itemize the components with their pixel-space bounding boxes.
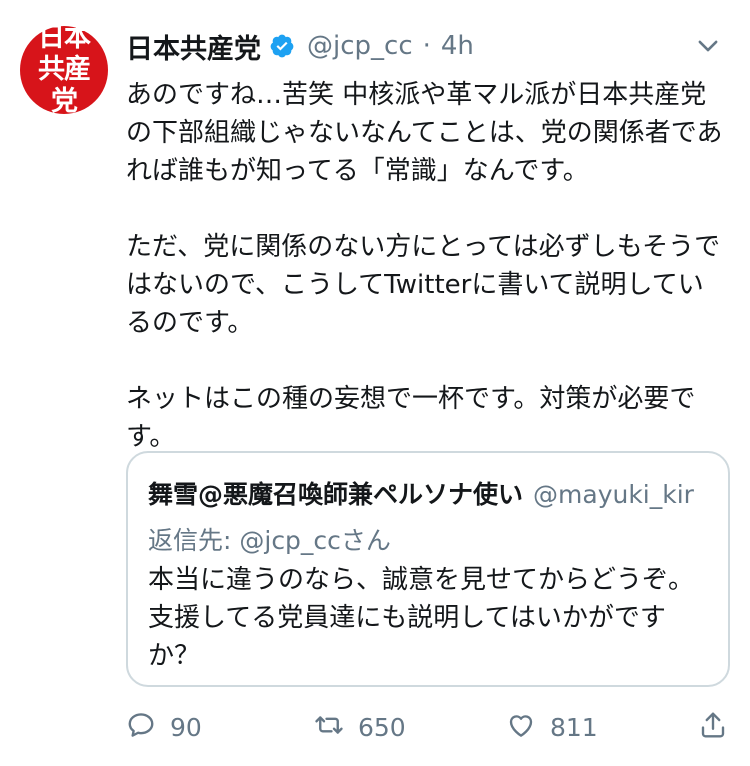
avatar-logo-text: 日本共産党 [38,22,91,117]
avatar[interactable]: 日本共産党 [20,22,108,117]
separator-dot: · [422,31,431,61]
timestamp[interactable]: 4h [441,31,474,61]
tweet-header: 日本共産党 @jcp_cc · 4h [126,26,730,66]
quoted-reply-to: 返信先: @jcp_ccさん [148,526,391,555]
quoted-tweet[interactable]: 舞雪@悪魔召喚師兼ペルソナ使い @mayuki_kir 返信先: @jcp_ccさ… [126,451,730,687]
quoted-header: 舞雪@悪魔召喚師兼ペルソナ使い @mayuki_kir [148,475,694,511]
like-button[interactable]: 811 [506,705,598,749]
chevron-down-icon[interactable] [694,32,722,60]
display-name[interactable]: 日本共産党 [126,27,261,66]
reply-count: 90 [170,712,202,742]
reply-icon [126,710,156,744]
quoted-handle: @mayuki_kir [533,480,694,509]
quoted-display-name: 舞雪@悪魔召喚師兼ペルソナ使い [148,480,524,509]
verified-badge-icon [269,33,295,59]
quoted-text: 本当に違うのなら、誠意を見せてからどうぞ。支援してる党員達にも説明してはいかがで… [148,565,695,671]
retweet-button[interactable]: 650 [314,705,406,749]
share-button[interactable] [698,705,728,749]
retweet-count: 650 [358,712,406,742]
action-bar: 90 650 811 [126,705,730,749]
like-count: 811 [550,712,598,742]
retweet-icon [314,710,344,744]
handle[interactable]: @jcp_cc [307,31,413,61]
tweet-text: あのですね…苦笑 中核派や革マル派が日本共産党の下部組織じゃないなんてことは、党… [126,80,723,452]
like-icon [506,710,536,744]
share-icon [698,710,728,744]
reply-button[interactable]: 90 [126,705,202,749]
